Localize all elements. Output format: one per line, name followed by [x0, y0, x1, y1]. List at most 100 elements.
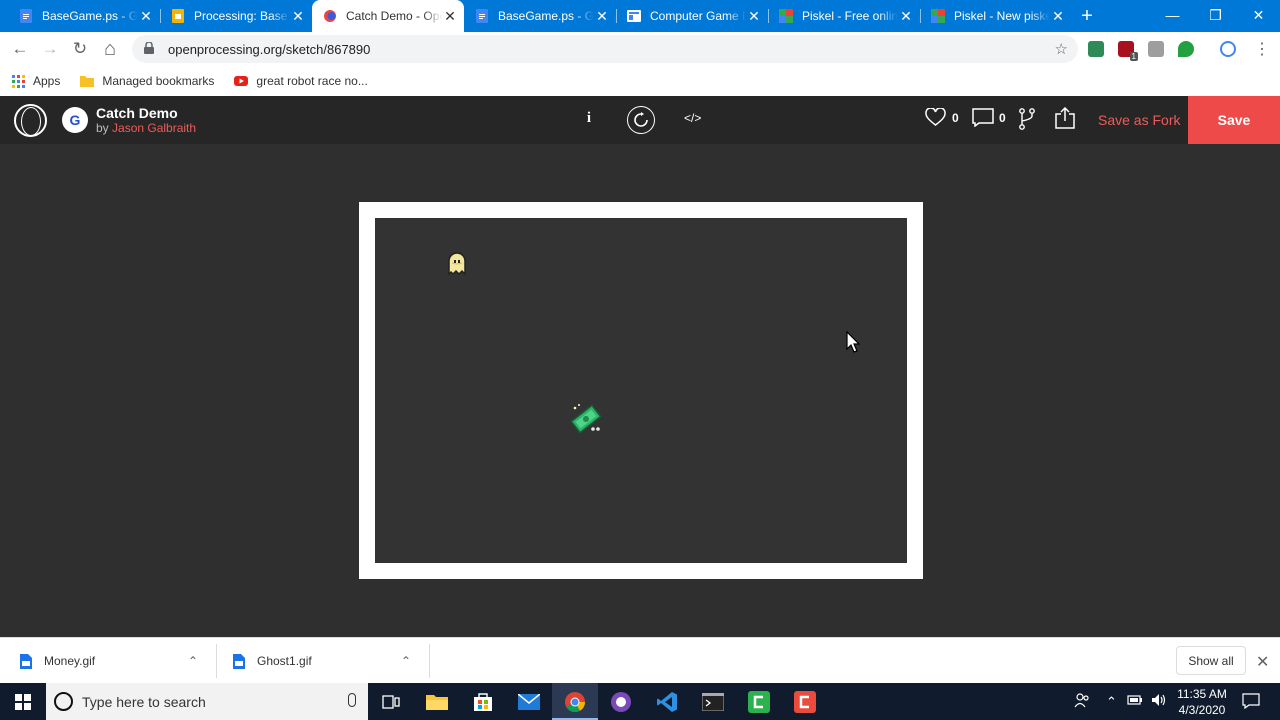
fork-icon[interactable]	[1019, 108, 1035, 135]
show-all-button[interactable]: Show all	[1176, 646, 1246, 675]
extensions-area: 1 ⋮	[1088, 37, 1270, 61]
chevron-up-icon[interactable]: ⌃	[188, 654, 198, 668]
task-view-icon[interactable]	[368, 683, 414, 720]
windows-taskbar: Type here to search ⌃ 11:35 AM 4/3/2020	[0, 683, 1280, 720]
tray-expand-icon[interactable]: ⌃	[1106, 694, 1117, 710]
download-shelf: Money.gif ⌃ Ghost1.gif ⌃ Show all ✕	[0, 637, 1280, 683]
download-filename: Ghost1.gif	[257, 654, 312, 668]
chrome-icon[interactable]	[552, 683, 598, 720]
openprocessing-icon	[322, 8, 338, 24]
bookmark-label: great robot race no...	[256, 74, 368, 88]
heart-icon	[925, 108, 946, 126]
tab-strip: BaseGame.ps - Google Docs ✕ Processing: …	[0, 0, 1280, 32]
tab-close-icon[interactable]: ✕	[898, 8, 914, 25]
address-bar[interactable]: openprocessing.org/sketch/867890 ☆	[132, 35, 1078, 63]
tab-processing-base-game[interactable]: Processing: Base Game ✕	[160, 0, 312, 32]
bookmark-managed[interactable]: Managed bookmarks	[80, 74, 214, 88]
tab-close-icon[interactable]: ✕	[594, 8, 610, 25]
tab-close-icon[interactable]: ✕	[138, 8, 154, 25]
camtasia-icon[interactable]	[736, 683, 782, 720]
new-tab-button[interactable]: +	[1072, 0, 1102, 32]
folder-icon	[80, 75, 95, 87]
tab-title: Piskel - New piskel	[954, 9, 1050, 23]
vscode-icon[interactable]	[644, 683, 690, 720]
tab-computer-game-design[interactable]: Computer Game Design ✕	[616, 0, 768, 32]
tab-title: BaseGame.ps - Google Docs	[42, 9, 138, 23]
store-icon[interactable]	[460, 683, 506, 720]
extension-acrobat-icon[interactable]	[1148, 41, 1164, 57]
save-as-fork-button[interactable]: Save as Fork	[1098, 112, 1180, 128]
restart-icon	[634, 112, 648, 127]
volume-icon[interactable]	[1151, 693, 1167, 710]
close-shelf-icon[interactable]: ✕	[1256, 652, 1269, 672]
info-button[interactable]: i	[582, 110, 596, 127]
author-link[interactable]: Jason Galbraith	[112, 121, 196, 135]
battery-icon[interactable]	[1127, 694, 1143, 709]
like-button[interactable]: 0	[925, 108, 959, 127]
tab-title: Piskel - Free online sprite editor	[802, 9, 898, 23]
apps-grid-icon	[12, 74, 25, 88]
notification-icon[interactable]	[1242, 693, 1260, 714]
bookmark-robot-race[interactable]: great robot race no...	[234, 74, 368, 88]
window-controls: — ❐ ✕	[1151, 0, 1280, 30]
bookmark-apps[interactable]: Apps	[12, 74, 60, 88]
tab-close-icon[interactable]: ✕	[290, 8, 306, 25]
chevron-up-icon[interactable]: ⌃	[401, 654, 411, 668]
home-icon[interactable]: ⌂	[95, 34, 125, 64]
share-icon[interactable]	[1055, 106, 1075, 134]
sketch-byline: by Jason Galbraith	[96, 121, 196, 135]
app-purple-icon[interactable]	[598, 683, 644, 720]
tab-close-icon[interactable]: ✕	[1050, 8, 1066, 25]
mouse-cursor-icon	[846, 330, 861, 358]
browser-menu-icon[interactable]: ⋮	[1254, 39, 1270, 59]
tab-catch-demo[interactable]: Catch Demo - OpenProcessing ✕	[312, 0, 464, 32]
tab-piskel-free[interactable]: Piskel - Free online sprite editor ✕	[768, 0, 920, 32]
extension-google-icon[interactable]	[1220, 41, 1236, 57]
image-file-icon	[233, 653, 245, 669]
download-filename: Money.gif	[44, 654, 96, 668]
openprocessing-logo-icon[interactable]	[14, 104, 47, 137]
tab-basegame-docs-2[interactable]: BaseGame.ps - Google Docs ✕	[464, 0, 616, 32]
url-text: openprocessing.org/sketch/867890	[168, 41, 371, 57]
microphone-icon[interactable]	[348, 693, 356, 707]
reload-icon[interactable]: ↻	[65, 34, 95, 64]
code-button[interactable]: </>	[684, 111, 701, 125]
avatar[interactable]: G	[62, 107, 88, 133]
extension-green-icon[interactable]	[1088, 41, 1104, 57]
cortana-icon	[54, 692, 73, 711]
extension-leaf-icon[interactable]	[1178, 41, 1194, 57]
bookmark-label: Managed bookmarks	[102, 74, 215, 88]
comment-icon	[972, 108, 994, 127]
google-slides-icon	[170, 8, 186, 24]
taskbar-clock[interactable]: 11:35 AM 4/3/2020	[1172, 686, 1232, 718]
divider	[216, 644, 217, 678]
tab-close-icon[interactable]: ✕	[746, 8, 762, 25]
save-button[interactable]: Save	[1188, 96, 1280, 144]
people-icon[interactable]	[1074, 692, 1090, 711]
back-icon[interactable]: ←	[5, 34, 35, 64]
system-tray: ⌃	[1074, 683, 1167, 720]
comment-button[interactable]: 0	[972, 108, 1006, 127]
bookmark-star-icon[interactable]: ☆	[1055, 40, 1068, 58]
search-placeholder: Type here to search	[82, 693, 206, 710]
recorder-icon[interactable]	[782, 683, 828, 720]
tab-close-icon[interactable]: ✕	[442, 8, 458, 25]
download-item-ghost[interactable]: Ghost1.gif ⌃	[233, 638, 429, 684]
download-item-money[interactable]: Money.gif ⌃	[20, 638, 216, 684]
close-window-icon[interactable]: ✕	[1237, 0, 1280, 30]
clock-time: 11:35 AM	[1177, 687, 1227, 701]
terminal-icon[interactable]	[690, 683, 736, 720]
forward-icon[interactable]: →	[35, 34, 65, 64]
taskbar-search-box[interactable]: Type here to search	[46, 683, 368, 720]
restart-button[interactable]	[627, 106, 655, 134]
minimize-icon[interactable]: —	[1151, 0, 1194, 30]
tab-piskel-new[interactable]: Piskel - New piskel ✕	[920, 0, 1072, 32]
mail-icon[interactable]	[506, 683, 552, 720]
start-button[interactable]	[0, 683, 46, 720]
tab-basegame-docs-1[interactable]: BaseGame.ps - Google Docs ✕	[8, 0, 160, 32]
restore-icon[interactable]: ❐	[1194, 0, 1237, 30]
ghost-sprite-icon	[446, 251, 468, 282]
file-explorer-icon[interactable]	[414, 683, 460, 720]
lock-icon	[144, 40, 158, 57]
extension-shield-icon[interactable]: 1	[1118, 41, 1138, 61]
